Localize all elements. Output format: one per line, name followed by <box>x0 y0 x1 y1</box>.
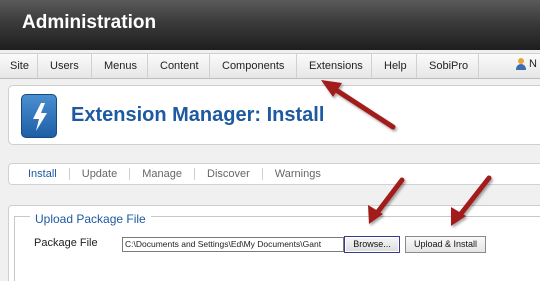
user-icon <box>516 58 526 70</box>
browse-button[interactable]: Browse... <box>344 236 400 253</box>
menu-item-content[interactable]: Content <box>148 54 210 78</box>
tab-discover[interactable]: Discover <box>195 168 263 180</box>
menu-item-menus[interactable]: Menus <box>92 54 148 78</box>
tab-manage[interactable]: Manage <box>130 168 195 180</box>
user-label: N <box>529 58 537 70</box>
subnav-tabs: Install Update Manage Discover Warnings <box>8 163 540 185</box>
menu-item-help[interactable]: Help <box>372 54 417 78</box>
package-file-input[interactable]: C:\Documents and Settings\Ed\My Document… <box>122 237 344 252</box>
user-menu[interactable]: N <box>516 58 537 70</box>
menu-item-site[interactable]: Site <box>0 54 38 78</box>
tab-warnings[interactable]: Warnings <box>263 168 333 180</box>
page-title: Extension Manager: Install <box>71 104 325 126</box>
upload-legend: Upload Package File <box>30 212 151 226</box>
main-menu: Site Users Menus Content Components Exte… <box>0 53 540 79</box>
package-file-label: Package File <box>34 237 98 249</box>
tab-update[interactable]: Update <box>70 168 131 180</box>
menu-item-components[interactable]: Components <box>210 54 297 78</box>
lightning-icon <box>21 94 57 138</box>
tab-install[interactable]: Install <box>9 168 70 180</box>
upload-install-button[interactable]: Upload & Install <box>405 236 486 253</box>
menu-item-sobipro[interactable]: SobiPro <box>417 54 479 78</box>
header-title: Administration <box>22 12 157 33</box>
page-header: Extension Manager: Install <box>8 85 540 145</box>
admin-header: Administration <box>0 0 540 50</box>
menu-item-users[interactable]: Users <box>38 54 92 78</box>
menu-item-extensions[interactable]: Extensions <box>297 54 372 78</box>
